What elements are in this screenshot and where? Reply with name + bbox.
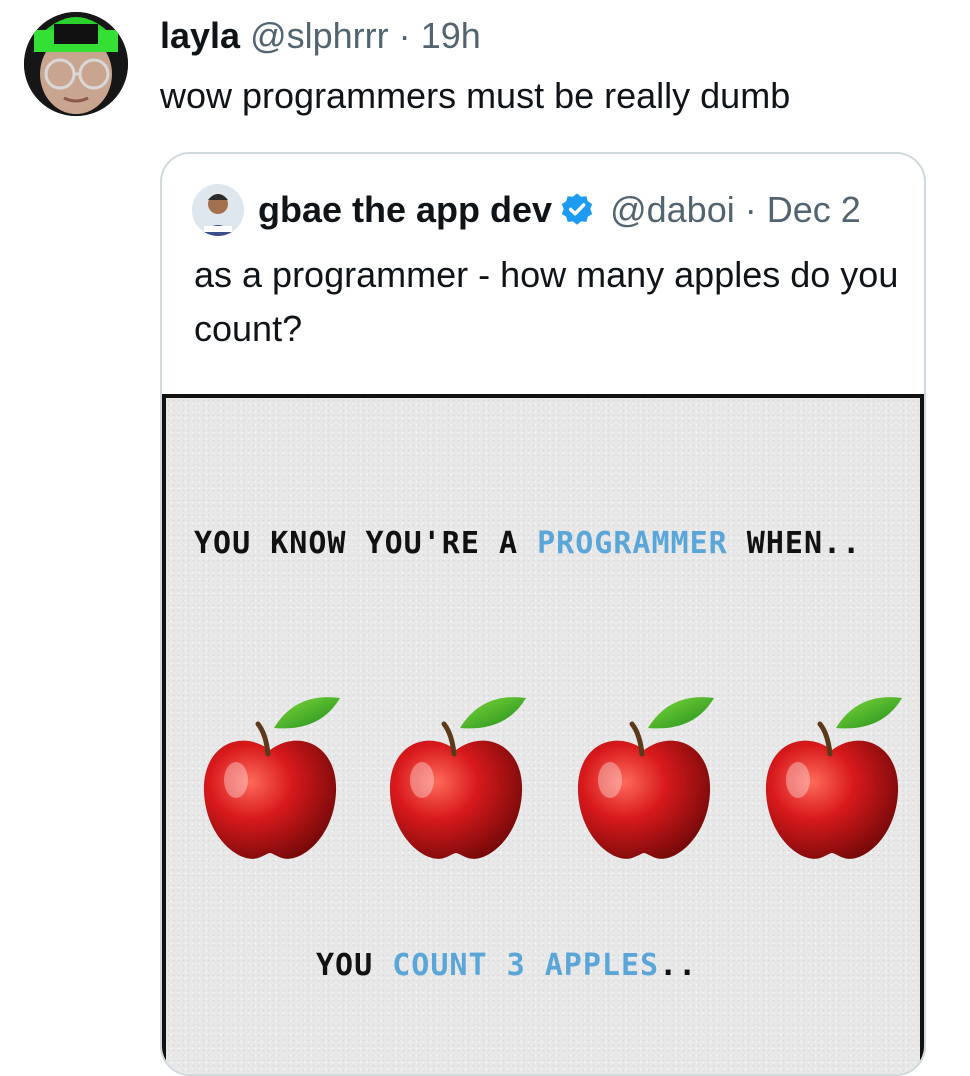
apple-icon <box>203 697 340 859</box>
quoted-tweet-date[interactable]: Dec 2 <box>767 188 861 232</box>
footer-part2: .. <box>659 948 698 983</box>
footer-highlight-apples: 3 APPLES <box>506 948 660 983</box>
quoted-tweet-text: as a programmer - how many apples do you… <box>194 254 899 349</box>
apple-icon <box>389 697 526 859</box>
quoted-author-avatar[interactable] <box>192 184 244 236</box>
quoted-tweet-image[interactable]: YOU KNOW YOU'RE A PROGRAMMER WHEN.. YOU … <box>162 394 924 1074</box>
apple-row <box>166 688 924 868</box>
author-name[interactable]: layla <box>160 15 240 56</box>
quoted-author-name[interactable]: gbae the app dev <box>258 188 552 232</box>
footer-highlight-count: COUNT <box>392 948 488 983</box>
meta-separator: · <box>398 15 411 56</box>
tweet-time[interactable]: 19h <box>421 15 481 56</box>
apple-icon <box>765 697 902 859</box>
verified-badge-icon <box>561 193 593 225</box>
footer-part1: YOU <box>316 948 374 983</box>
quoted-tweet-card[interactable]: gbae the app dev @daboi · Dec 2 as a pro… <box>160 152 926 1076</box>
apple-icon <box>577 697 714 859</box>
tweet-header: layla @slphrrr · 19h <box>160 14 481 58</box>
author-handle[interactable]: @slphrrr <box>250 15 389 56</box>
headline-highlight: PROGRAMMER <box>537 526 728 561</box>
image-headline: YOU KNOW YOU'RE A PROGRAMMER WHEN.. <box>194 526 861 561</box>
quoted-tweet-header: gbae the app dev @daboi · Dec 2 <box>258 188 861 232</box>
headline-part2: WHEN.. <box>746 526 862 561</box>
quoted-author-handle[interactable]: @daboi <box>610 188 735 232</box>
tweet-text: wow programmers must be really dumb <box>160 75 791 116</box>
headline-part1: YOU KNOW YOU'RE A <box>194 526 519 561</box>
quoted-meta-separator: · <box>744 189 757 230</box>
author-avatar[interactable] <box>24 12 128 116</box>
image-footer: YOU COUNT 3 APPLES.. <box>316 948 697 983</box>
